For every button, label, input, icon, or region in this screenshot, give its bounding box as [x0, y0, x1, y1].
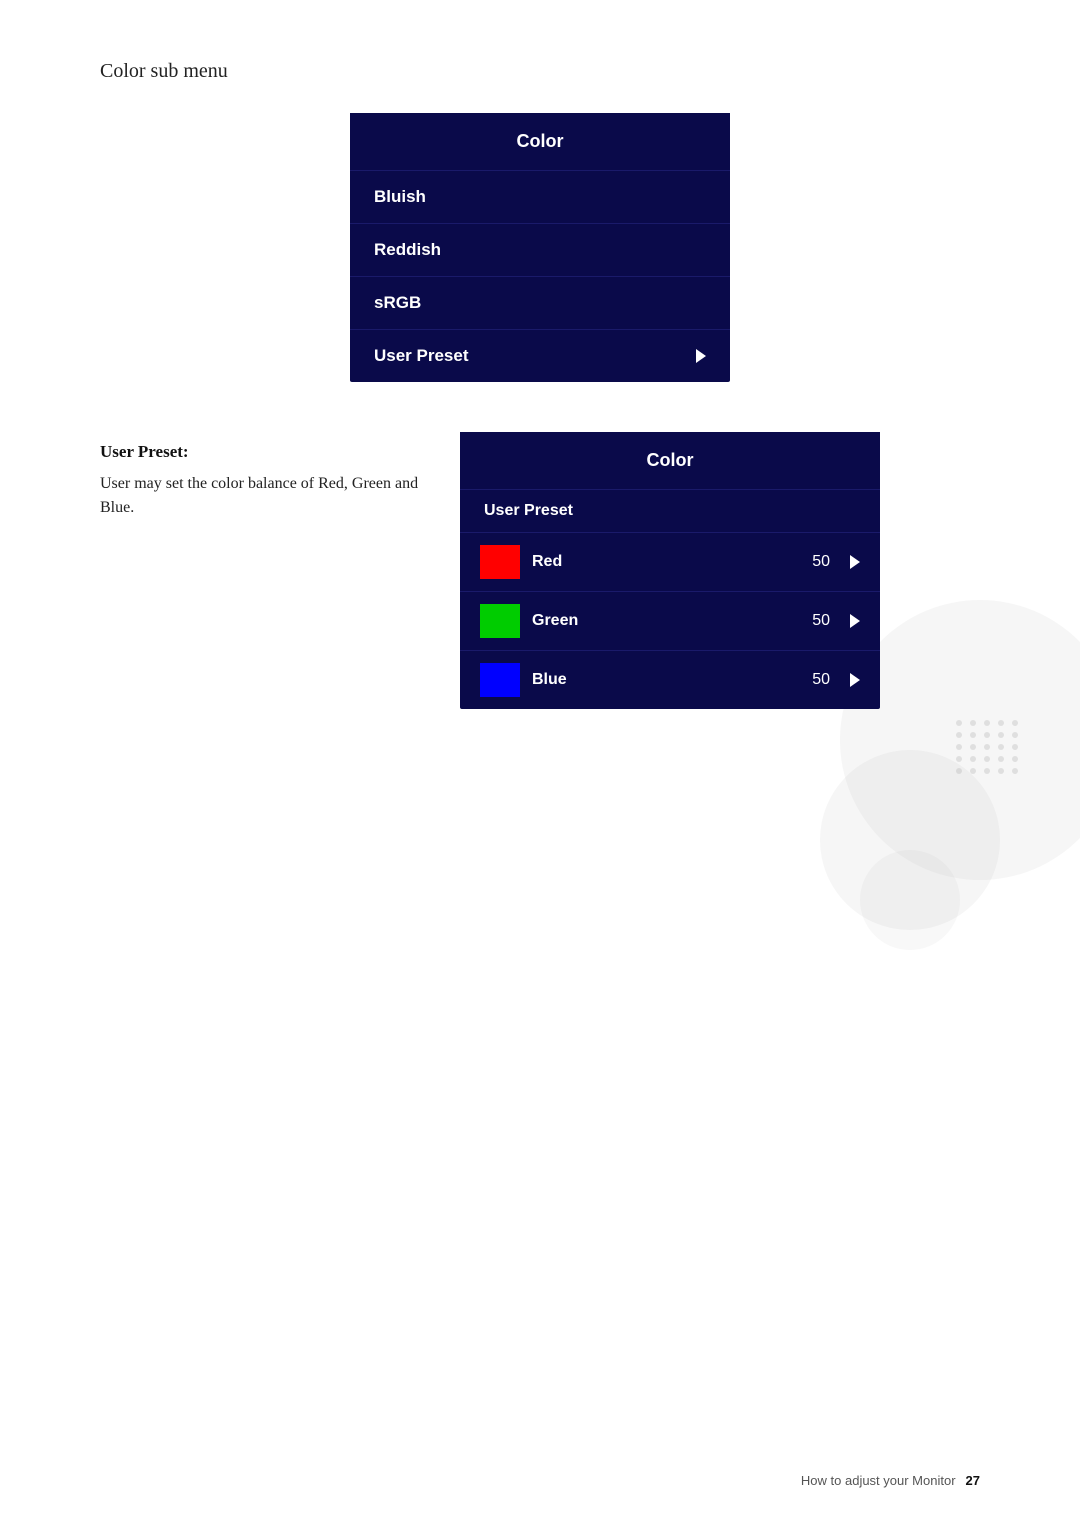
- red-label: Red: [532, 553, 800, 571]
- user-preset-menu-header: Color: [460, 432, 880, 490]
- color-menu-panel: Color Bluish Reddish sRGB User Preset: [350, 113, 730, 382]
- menu-item-srgb[interactable]: sRGB: [350, 277, 730, 330]
- footer-page-number: 27: [966, 1473, 980, 1488]
- blue-arrow-icon: [850, 673, 860, 687]
- user-preset-section-label: User Preset: [460, 490, 880, 533]
- arrow-right-icon: [696, 349, 706, 363]
- menu-item-bluish[interactable]: Bluish: [350, 171, 730, 224]
- red-swatch: [480, 545, 520, 579]
- color-row-blue[interactable]: Blue 50: [460, 651, 880, 709]
- user-preset-menu-panel: Color User Preset Red 50 Green 50: [460, 432, 880, 709]
- user-preset-menu-title: Color: [647, 450, 694, 470]
- section-title: Color sub menu: [100, 60, 980, 83]
- footer-text: How to adjust your Monitor: [801, 1473, 956, 1488]
- blue-label: Blue: [532, 671, 800, 689]
- user-preset-body: User may set the color balance of Red, G…: [100, 472, 420, 520]
- red-value: 50: [812, 553, 830, 571]
- color-menu-title: Color: [517, 131, 564, 151]
- page-footer: How to adjust your Monitor 27: [801, 1473, 980, 1488]
- color-menu-header: Color: [350, 113, 730, 171]
- blue-swatch: [480, 663, 520, 697]
- color-row-red[interactable]: Red 50: [460, 533, 880, 592]
- red-arrow-icon: [850, 555, 860, 569]
- green-arrow-icon: [850, 614, 860, 628]
- menu-item-user-preset[interactable]: User Preset: [350, 330, 730, 382]
- green-label: Green: [532, 612, 800, 630]
- green-swatch: [480, 604, 520, 638]
- description-section: User Preset: User may set the color bala…: [100, 432, 980, 709]
- blue-value: 50: [812, 671, 830, 689]
- color-row-green[interactable]: Green 50: [460, 592, 880, 651]
- description-text: User Preset: User may set the color bala…: [100, 432, 420, 520]
- menu-item-reddish[interactable]: Reddish: [350, 224, 730, 277]
- green-value: 50: [812, 612, 830, 630]
- user-preset-label: User Preset:: [100, 442, 420, 462]
